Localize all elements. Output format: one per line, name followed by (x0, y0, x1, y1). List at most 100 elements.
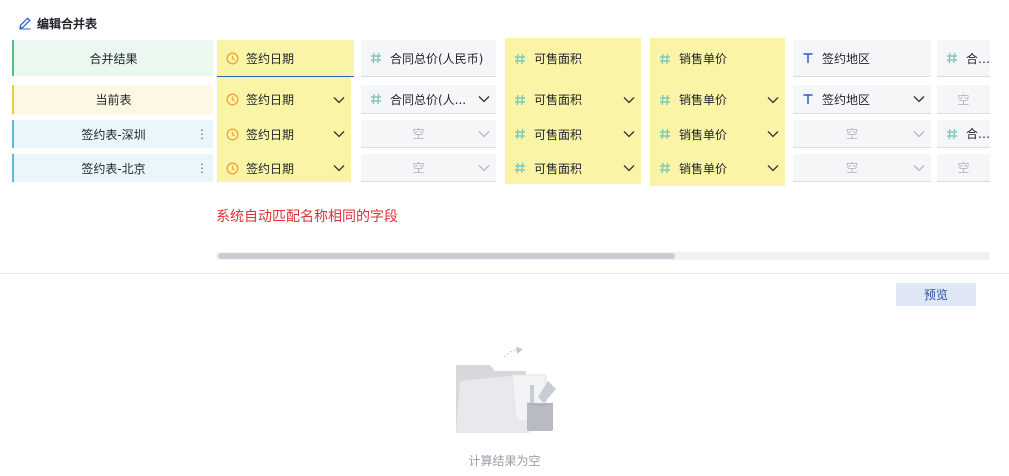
empty-placeholder: 空 (845, 161, 858, 175)
row-label-text: 合并结果 (89, 51, 138, 66)
scrollbar-thumb[interactable] (218, 253, 675, 259)
field-value: 可售面积 (534, 161, 583, 176)
field-value: 合同总价(人... (390, 92, 467, 107)
empty-folder-illustration (456, 347, 556, 433)
hash-icon (513, 127, 527, 141)
chevron-down-icon[interactable] (333, 130, 345, 138)
beijing-select-col6[interactable]: 空 (937, 154, 990, 182)
hash-icon (369, 92, 383, 106)
shenzhen-select-col6[interactable]: 合同总 (937, 120, 990, 148)
hash-icon (513, 93, 527, 107)
beijing-select-date[interactable]: 签约日期 (217, 154, 351, 182)
row-label-beijing: 签约表-北京 ⋮ (12, 154, 213, 182)
beijing-select-contract-total[interactable]: 空 (361, 154, 496, 182)
empty-placeholder: 空 (412, 127, 425, 141)
section-divider (0, 273, 1009, 274)
page-title: 编辑合并表 (37, 16, 98, 31)
chevron-down-icon[interactable] (767, 164, 779, 172)
hash-icon (513, 52, 527, 66)
result-col-area[interactable]: 可售面积 (505, 40, 641, 77)
current-select-price[interactable]: 销售单价 (650, 85, 785, 114)
empty-placeholder: 空 (412, 161, 425, 175)
chevron-down-icon[interactable] (333, 96, 345, 104)
empty-result-text: 计算结果为空 (468, 454, 541, 468)
row-label-text: 签约表-深圳 (81, 127, 146, 142)
hash-icon (513, 161, 527, 175)
beijing-select-price[interactable]: 销售单价 (650, 154, 785, 182)
chevron-down-icon[interactable] (478, 130, 490, 138)
chevron-down-icon[interactable] (623, 164, 635, 172)
column-name: 合同总价(人民币) (390, 51, 484, 66)
field-value: 销售单价 (679, 93, 728, 107)
column-name: 销售单价 (679, 52, 728, 66)
field-value: 签约日期 (246, 127, 295, 142)
auto-match-hint: 系统自动匹配名称相同的字段 (216, 209, 398, 225)
empty-placeholder: 空 (957, 92, 970, 107)
clock-icon (225, 127, 239, 141)
chevron-down-icon[interactable] (913, 130, 925, 138)
chevron-down-icon[interactable] (478, 164, 490, 172)
hash-icon (945, 51, 959, 65)
shenzhen-select-area[interactable]: 可售面积 (505, 120, 641, 148)
more-icon[interactable]: ⋮ (196, 128, 208, 140)
column-name: 签约日期 (246, 51, 295, 66)
result-col-region[interactable]: 签约地区 (793, 40, 931, 77)
clock-icon (225, 93, 239, 107)
chevron-down-icon[interactable] (767, 96, 779, 104)
text-type-icon (801, 92, 815, 106)
clock-icon (225, 51, 239, 65)
current-select-col6[interactable]: 空 (937, 85, 990, 114)
field-value: 销售单价 (679, 127, 728, 142)
preview-button[interactable]: 预览 (896, 283, 976, 306)
row-label-shenzhen: 签约表-深圳 ⋮ (12, 120, 213, 148)
column-name: 合同总 (966, 51, 990, 66)
field-value: 签约日期 (246, 161, 295, 176)
row-label-current: 当前表 (12, 85, 213, 114)
row-label-text: 签约表-北京 (81, 161, 146, 176)
field-value: 合同总 (966, 127, 990, 141)
empty-placeholder: 空 (957, 161, 970, 175)
chevron-down-icon[interactable] (767, 130, 779, 138)
shenzhen-select-date[interactable]: 签约日期 (217, 120, 351, 148)
current-select-date[interactable]: 签约日期 (217, 85, 351, 114)
hash-icon (658, 161, 672, 175)
shenzhen-select-contract-total[interactable]: 空 (361, 120, 496, 148)
field-value: 可售面积 (534, 93, 583, 107)
chevron-down-icon[interactable] (623, 96, 635, 104)
column-name: 签约地区 (822, 51, 871, 66)
shenzhen-select-price[interactable]: 销售单价 (650, 120, 785, 148)
hash-icon (945, 127, 959, 141)
field-value: 可售面积 (534, 127, 583, 142)
hash-icon (658, 93, 672, 107)
current-select-contract-total[interactable]: 合同总价(人... (361, 85, 496, 114)
shenzhen-select-region[interactable]: 空 (793, 120, 931, 148)
chevron-down-icon[interactable] (913, 95, 925, 103)
empty-placeholder: 空 (845, 127, 858, 141)
chevron-down-icon[interactable] (333, 164, 345, 172)
text-type-icon (801, 51, 815, 65)
clock-icon (225, 161, 239, 175)
beijing-select-region[interactable]: 空 (793, 154, 931, 182)
hash-icon (369, 51, 383, 65)
result-col-contract-total[interactable]: 合同总价(人民币) (361, 40, 496, 77)
chevron-down-icon[interactable] (623, 130, 635, 138)
hash-icon (658, 127, 672, 141)
field-value: 签约地区 (822, 92, 871, 107)
row-label-merge-result: 合并结果 (12, 40, 213, 76)
result-col-price[interactable]: 销售单价 (650, 40, 785, 77)
field-value: 销售单价 (679, 161, 728, 176)
chevron-down-icon[interactable] (478, 95, 490, 103)
field-value: 签约日期 (246, 93, 295, 107)
chevron-down-icon[interactable] (913, 164, 925, 172)
editor-header: 编辑合并表 (18, 14, 97, 32)
result-col-contract-total-2[interactable]: 合同总 (937, 40, 990, 77)
edit-icon[interactable] (18, 16, 32, 30)
row-label-text: 当前表 (95, 93, 132, 107)
column-name: 可售面积 (534, 52, 583, 66)
result-col-date[interactable]: 签约日期 (217, 40, 354, 77)
current-select-region[interactable]: 签约地区 (793, 85, 931, 114)
more-icon[interactable]: ⋮ (196, 162, 208, 174)
current-select-area[interactable]: 可售面积 (505, 85, 641, 114)
beijing-select-area[interactable]: 可售面积 (505, 154, 641, 182)
hash-icon (658, 52, 672, 66)
